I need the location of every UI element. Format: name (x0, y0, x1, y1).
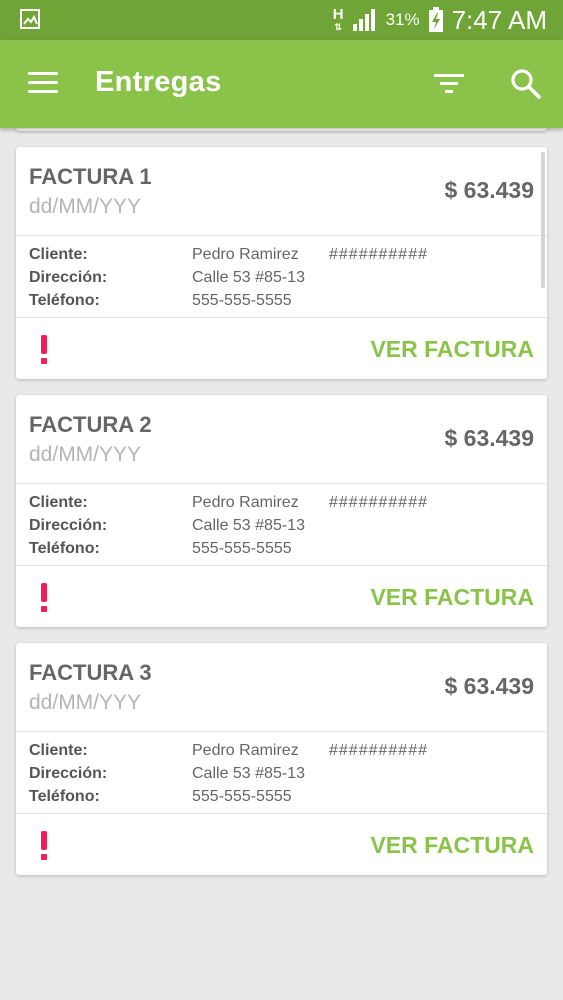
invoice-card-header: FACTURA 2 dd/MM/YYY $ 63.439 (16, 395, 547, 484)
client-label: Cliente: (29, 494, 88, 511)
address-row: Dirección: Calle 53 #85-13 (16, 269, 547, 292)
invoice-card-header: FACTURA 1 dd/MM/YYY $ 63.439 (16, 147, 547, 236)
invoice-details: Cliente: Pedro Ramirez ########## Direcc… (16, 484, 547, 566)
address-value: Calle 53 #85-13 (192, 765, 305, 782)
phone-value: 555-555-5555 (192, 292, 292, 309)
ver-factura-button[interactable]: VER FACTURA (370, 584, 534, 611)
invoice-actions: VER FACTURA (16, 128, 547, 132)
scrollbar[interactable] (541, 152, 545, 288)
invoice-amount: $ 63.439 (444, 673, 534, 699)
client-code: ########## (329, 494, 428, 511)
address-value: Calle 53 #85-13 (192, 517, 305, 534)
phone-row: Teléfono: 555-555-5555 (16, 292, 547, 315)
ver-factura-button[interactable]: VER FACTURA (370, 832, 534, 859)
app-bar: Entregas (0, 40, 563, 128)
gallery-icon (20, 9, 40, 29)
invoice-actions: VER FACTURA (16, 566, 547, 628)
client-label: Cliente: (29, 742, 88, 759)
clock: 7:47 AM (451, 4, 547, 35)
invoice-card[interactable]: FACTURA 1 dd/MM/YYY $ 63.439 Cliente: Pe… (16, 147, 547, 379)
phone-value: 555-555-5555 (192, 788, 292, 805)
search-icon[interactable] (508, 66, 544, 102)
client-code: ########## (329, 246, 428, 263)
battery-percent: 31% (385, 10, 420, 29)
invoice-date: dd/MM/YYY (29, 195, 142, 218)
signal-icon (352, 9, 375, 31)
invoice-actions: VER FACTURA (16, 318, 547, 380)
client-value: Pedro Ramirez (192, 494, 299, 511)
alert-icon[interactable] (40, 583, 50, 613)
client-row: Cliente: Pedro Ramirez ########## (16, 742, 547, 765)
ver-factura-button[interactable]: VER FACTURA (370, 336, 534, 363)
phone-row: Teléfono: 555-555-5555 (16, 788, 547, 811)
invoice-card[interactable]: FACTURA 3 dd/MM/YYY $ 63.439 Cliente: Pe… (16, 643, 547, 875)
invoice-card[interactable]: FACTURA 2 dd/MM/YYY $ 63.439 Cliente: Pe… (16, 395, 547, 627)
phone-label: Teléfono: (29, 540, 100, 557)
address-label: Dirección: (29, 269, 108, 286)
invoice-card[interactable]: FACTURA 0 dd/MM/YYY $ 63.439 Cliente: Pe… (16, 128, 547, 131)
phone-row: Teléfono: 555-555-5555 (16, 540, 547, 563)
phone-label: Teléfono: (29, 788, 100, 805)
invoice-card-header: FACTURA 3 dd/MM/YYY $ 63.439 (16, 643, 547, 732)
page-title: Entregas (95, 66, 222, 98)
client-row: Cliente: Pedro Ramirez ########## (16, 246, 547, 269)
invoice-amount: $ 63.439 (444, 177, 534, 203)
phone-value: 555-555-5555 (192, 540, 292, 557)
alert-icon[interactable] (40, 335, 50, 365)
invoice-list[interactable]: FACTURA 0 dd/MM/YYY $ 63.439 Cliente: Pe… (0, 128, 563, 1000)
invoice-date: dd/MM/YYY (29, 691, 142, 714)
address-label: Dirección: (29, 517, 108, 534)
address-label: Dirección: (29, 765, 108, 782)
alert-icon[interactable] (40, 831, 50, 861)
client-label: Cliente: (29, 246, 88, 263)
phone-label: Teléfono: (29, 292, 100, 309)
address-row: Dirección: Calle 53 #85-13 (16, 517, 547, 540)
invoice-title: FACTURA 3 (29, 660, 152, 685)
client-value: Pedro Ramirez (192, 742, 299, 759)
invoice-title: FACTURA 1 (29, 164, 152, 189)
network-type: H ⇅ (332, 6, 344, 32)
battery-charging-icon (428, 7, 443, 32)
invoice-amount: $ 63.439 (444, 425, 534, 451)
invoice-date: dd/MM/YYY (29, 443, 142, 466)
client-value: Pedro Ramirez (192, 246, 299, 263)
client-row: Cliente: Pedro Ramirez ########## (16, 494, 547, 517)
address-row: Dirección: Calle 53 #85-13 (16, 765, 547, 788)
address-value: Calle 53 #85-13 (192, 269, 305, 286)
invoice-details: Cliente: Pedro Ramirez ########## Direcc… (16, 732, 547, 814)
status-bar: H ⇅ 31% 7:47 AM (0, 0, 563, 40)
status-indicators: H ⇅ 31% 7:47 AM (333, 0, 547, 40)
invoice-title: FACTURA 2 (29, 412, 152, 437)
menu-icon[interactable] (28, 72, 60, 96)
invoice-actions: VER FACTURA (16, 814, 547, 876)
client-code: ########## (329, 742, 428, 759)
invoice-details: Cliente: Pedro Ramirez ########## Direcc… (16, 236, 547, 318)
filter-icon[interactable] (432, 70, 470, 98)
